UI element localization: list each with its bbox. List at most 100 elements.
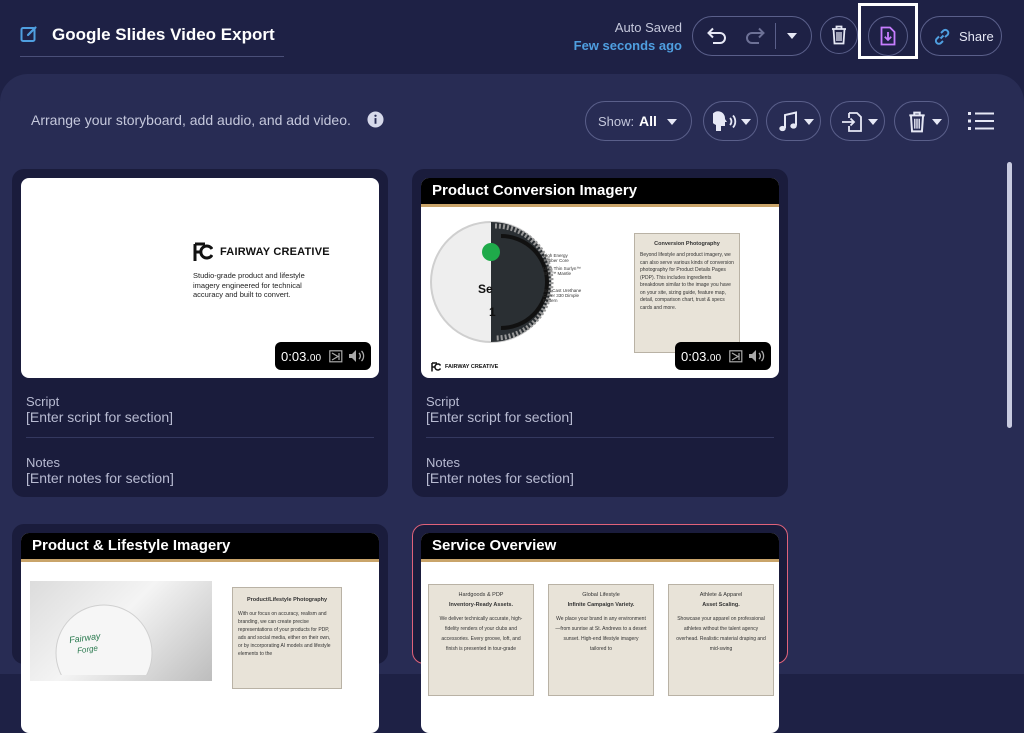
info-box: Product/Lifestyle Photography With our f… [232,587,342,689]
footer-brand: FAIRWAY CREATIVE [445,364,499,370]
storyboard-hint: Arrange your storyboard, add audio, and … [31,112,351,128]
history-dropdown[interactable] [781,26,803,46]
brand-logo-icon [193,242,213,261]
column-heading: Hardgoods & PDP [458,592,504,598]
slide-thumbnail[interactable]: Service Overview Hardgoods & PDP Invento… [421,533,779,733]
info-box: Conversion Photography Beyond lifestyle … [634,233,740,353]
voice-dropdown[interactable] [703,101,758,141]
callout-mantle: Ultra Thin Surlyn™ SPF™ Mantle [543,266,581,276]
bulk-delete-dropdown[interactable] [894,101,949,141]
slide-card-selected[interactable]: Service Overview Hardgoods & PDP Invento… [412,524,788,733]
volume-icon [749,350,765,362]
notes-field[interactable]: [Enter notes for section] [426,470,574,486]
show-filter-dropdown[interactable]: Show: All [585,101,692,141]
chevron-down-icon [667,119,677,125]
volume-icon [349,350,365,362]
slide-title-bar: Service Overview [421,533,779,562]
callout-cover: Soft Cast Urethane Cover 330 Dimple Patt… [543,288,582,303]
duration-badge[interactable]: 0:03.00 [275,342,371,370]
box-title: Product/Lifestyle Photography [246,597,328,603]
slide-card[interactable]: Product & Lifestyle Imagery Fairway Forg… [12,524,388,733]
slide-title: Product & Lifestyle Imagery [32,537,231,554]
brand-name: FAIRWAY CREATIVE [220,246,330,258]
chevron-down-icon [868,119,878,125]
chevron-down-icon [932,119,942,125]
music-icon [779,111,797,132]
autosave-status: Auto Saved Few seconds ago [574,20,682,53]
slide-card[interactable]: Product Conversion Imagery Se 1 High Ene… [412,169,788,497]
notes-label: Notes [26,455,60,470]
duration-text: 0:03.00 [281,349,322,364]
chevron-down-icon [741,119,751,125]
column-subheading: Asset Scaling. [702,602,740,608]
project-title: Google Slides Video Export [52,25,275,44]
divider [426,437,774,438]
service-column: Athlete & Apparel Asset Scaling. Showcas… [668,584,774,696]
service-column: Hardgoods & PDP Inventory-Ready Assets. … [428,584,534,696]
slide-card[interactable]: FAIRWAY CREATIVE Studio-grade product an… [12,169,388,497]
slide-thumbnail[interactable]: Product Conversion Imagery Se 1 High Ene… [421,178,779,378]
chevron-down-icon [804,119,814,125]
skip-icon [729,350,743,363]
autosave-time: Few seconds ago [573,38,682,53]
notes-field[interactable]: [Enter notes for section] [26,470,174,486]
service-column: Global Lifestyle Infinite Campaign Varie… [548,584,654,696]
slide-title: Product Conversion Imagery [432,182,638,199]
list-view-button[interactable] [964,106,998,136]
duration-text: 0:03.00 [681,349,722,364]
slide-title-bar: Product Conversion Imagery [421,178,779,207]
app-header: Google Slides Video Export Auto Saved Fe… [0,0,1024,74]
brand-logo-icon [431,362,441,372]
undo-icon [707,27,726,44]
share-label: Share [959,29,994,44]
show-filter-label: Show: [598,114,635,129]
share-button[interactable]: Share [920,16,1002,56]
edit-icon [20,26,37,42]
column-text: We deliver technically accurate, high-fi… [439,616,523,652]
slide-thumbnail[interactable]: Product & Lifestyle Imagery Fairway Forg… [21,533,379,733]
history-group [692,16,812,56]
slide-tagline: Studio-grade product and lifestyle image… [193,271,305,299]
notes-label: Notes [426,455,460,470]
script-field[interactable]: [Enter script for section] [426,409,573,425]
undo-button[interactable] [703,24,731,48]
list-icon [968,112,994,130]
redo-button[interactable] [741,24,769,48]
column-text: We place your brand in any environment—f… [555,616,647,652]
scrollbar[interactable] [1007,162,1012,428]
column-subheading: Infinite Campaign Variety. [567,602,635,608]
divider [26,437,374,438]
slide-title-bar: Product & Lifestyle Imagery [21,533,379,562]
box-text: With our focus on accuracy, realism and … [238,611,331,657]
box-text: Beyond lifestyle and product imagery, we… [640,252,734,311]
skip-icon [329,350,343,363]
project-title-field[interactable]: Google Slides Video Export [20,22,284,57]
ball-number: 1 [489,305,496,319]
trash-icon [909,111,925,133]
import-dropdown[interactable] [830,101,885,141]
delete-project-button[interactable] [820,16,858,54]
slide-title: Service Overview [432,537,557,554]
info-icon[interactable] [367,111,384,128]
script-label: Script [26,394,60,409]
slide-thumbnail[interactable]: FAIRWAY CREATIVE Studio-grade product an… [21,178,379,378]
script-label: Script [426,394,460,409]
column-heading: Global Lifestyle [582,592,620,598]
voice-icon [713,111,737,131]
import-icon [842,112,862,132]
duration-badge[interactable]: 0:03.00 [675,342,771,370]
column-heading: Athlete & Apparel [699,592,743,598]
trash-icon [832,25,846,45]
column-text: Showcase your apparel on professional at… [676,616,766,652]
redo-icon [746,27,765,44]
box-title: Conversion Photography [654,241,720,247]
golf-ball-cutaway-icon [430,221,554,343]
callout-core: High Energy Rubber Core [543,253,569,263]
show-filter-value: All [639,113,657,129]
divider [775,23,776,49]
script-field[interactable]: [Enter script for section] [26,409,173,425]
export-highlight [858,3,918,59]
link-icon [934,28,950,45]
music-dropdown[interactable] [766,101,821,141]
chevron-down-icon [787,33,797,39]
